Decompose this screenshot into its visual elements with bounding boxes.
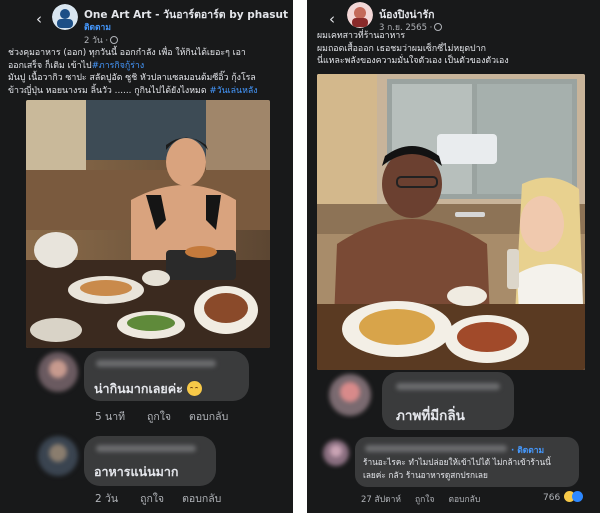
- follow-link[interactable]: · ติดตาม: [511, 443, 544, 457]
- commenter-name-blurred[interactable]: [396, 383, 500, 390]
- like-button[interactable]: ถูกใจ: [140, 493, 164, 505]
- commenter-avatar[interactable]: [329, 374, 371, 416]
- follow-link[interactable]: ติดตาม: [84, 20, 111, 34]
- comment-actions: 2 วัน ถูกใจ ตอบกลับ: [95, 490, 239, 507]
- left-facebook-post: ‹ One Art Art - วันอาร์ตอาร์ต by phasut …: [0, 0, 293, 513]
- page-avatar[interactable]: [347, 2, 373, 28]
- comment-text: ร้านอะไรคะ ทำไมปล่อยให้เข้าไปได้ ไม่กล้า…: [363, 457, 551, 480]
- post-photo-restaurant-date[interactable]: [317, 74, 585, 370]
- post-header: ‹ One Art Art - วันอาร์ตอาร์ต by phasut …: [0, 2, 293, 47]
- back-arrow-icon[interactable]: ‹: [329, 11, 343, 27]
- commenter-name-blurred[interactable]: [96, 360, 216, 367]
- commenter-avatar[interactable]: [38, 352, 78, 392]
- like-button[interactable]: ถูกใจ: [147, 411, 171, 423]
- comment-bubble: อาหารแน่นมาก: [84, 436, 216, 486]
- comment-bubble: ภาพที่มีกลิ่น: [382, 372, 514, 430]
- comment-text: อาหารแน่นมาก: [94, 464, 179, 479]
- comment-bubble: น่ากินมากเลยค่ะ: [84, 351, 249, 401]
- hashtag-link[interactable]: #ภารกิจกู้ร่าง: [92, 61, 145, 71]
- comment-time: 5 นาที: [95, 411, 126, 423]
- right-facebook-post: ‹ น้องปิงน่ารัก 3 ก.ย. 2565 · ผมเคทสาวที…: [307, 0, 600, 513]
- comment-actions: 27 สัปดาห์ ถูกใจ ตอบกลับ: [361, 492, 498, 506]
- comment-bubble: · ติดตาม ร้านอะไรคะ ทำไมปล่อยให้เข้าไปได…: [355, 437, 579, 487]
- post-caption: ช่วงคุมอาหาร (ออก) ทุกวันนี้ ออกกำลัง เพ…: [8, 48, 258, 96]
- reply-button[interactable]: ตอบกลับ: [189, 411, 228, 423]
- like-reaction-icon: [572, 491, 584, 502]
- comment-actions: 5 นาที ถูกใจ ตอบกลับ: [95, 408, 246, 425]
- page-avatar[interactable]: [52, 4, 78, 30]
- smiling-face-icon: [187, 381, 203, 396]
- reaction-summary[interactable]: 766: [543, 491, 584, 503]
- reply-button[interactable]: ตอบกลับ: [182, 493, 221, 505]
- hashtag-link[interactable]: #วันเล่นหลัง: [209, 86, 257, 96]
- commenter-avatar[interactable]: [323, 440, 349, 466]
- back-arrow-icon[interactable]: ‹: [36, 11, 50, 27]
- commenter-name-blurred[interactable]: [96, 445, 196, 452]
- comment-text: น่ากินมากเลยค่ะ: [94, 379, 203, 399]
- globe-icon: [110, 36, 119, 44]
- commenter-avatar[interactable]: [38, 436, 78, 476]
- comment-text: ภาพที่มีกลิ่น: [396, 408, 465, 424]
- reply-button[interactable]: ตอบกลับ: [448, 495, 480, 505]
- post-timestamp: 2 วัน ·: [84, 33, 119, 47]
- post-caption: ผมเคทสาวที่ร้านอาหาร ผมถอดเสื้อออก เธอชม…: [317, 31, 509, 67]
- like-button[interactable]: ถูกใจ: [415, 495, 434, 505]
- page-name[interactable]: One Art Art - วันอาร์ตอาร์ต by phasut: [84, 6, 288, 23]
- reaction-count: 766: [543, 493, 561, 503]
- commenter-name-blurred[interactable]: [365, 445, 507, 452]
- post-photo-food-table[interactable]: [26, 100, 270, 348]
- comment-time: 27 สัปดาห์: [361, 495, 401, 505]
- comment-time: 2 วัน: [95, 493, 119, 505]
